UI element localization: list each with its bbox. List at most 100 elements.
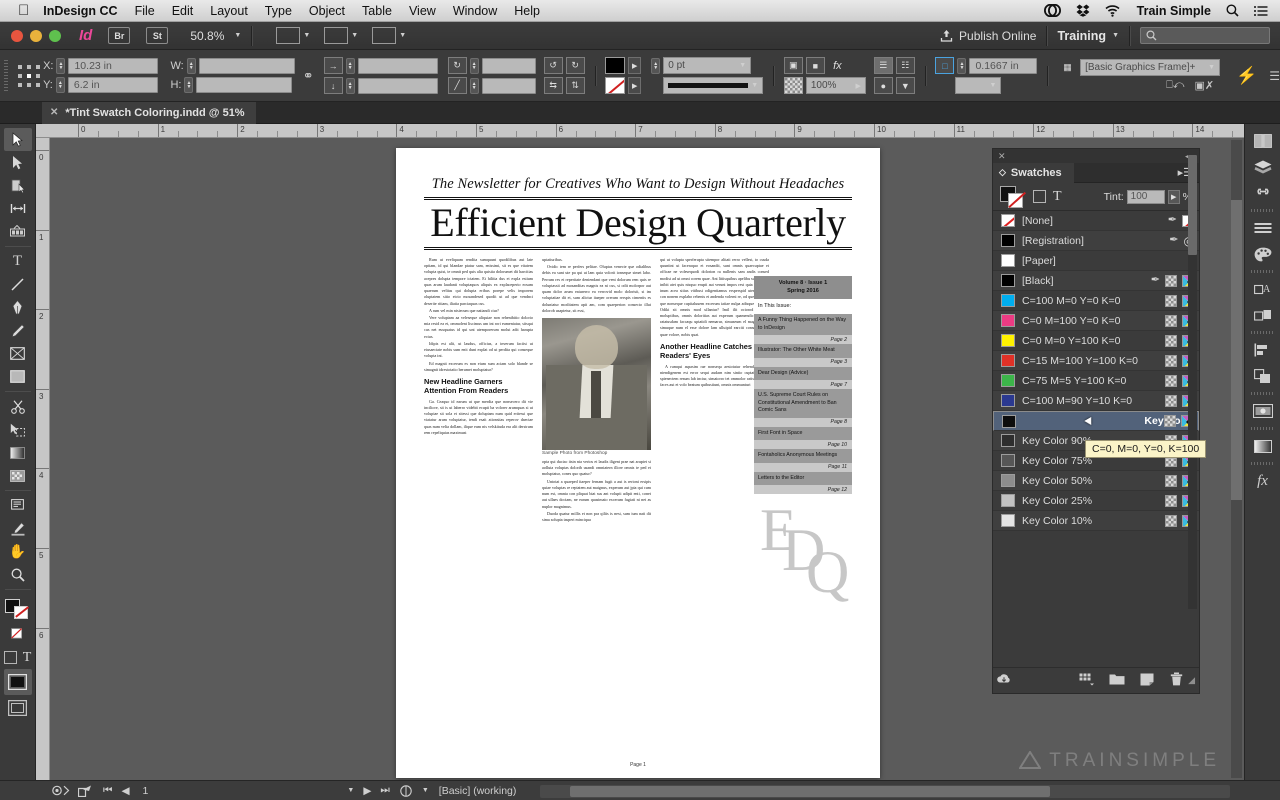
swatch-color-chip[interactable] — [1001, 294, 1015, 307]
swatch-row[interactable]: Key Color 50% — [993, 471, 1199, 491]
panel-resize-grip[interactable]: ◢ — [1188, 675, 1195, 686]
swatch-color-chip[interactable] — [1001, 234, 1015, 247]
creative-cloud-icon[interactable] — [1043, 4, 1061, 17]
align-top-icon[interactable]: ● — [873, 77, 893, 94]
w-stepper[interactable]: ▲ ▼ — [186, 58, 196, 74]
effects-panel-icon[interactable]: fx — [1249, 468, 1277, 494]
horizontal-scrollbar[interactable] — [540, 785, 1230, 798]
article-column-3[interactable]: qui ut volupta sperferupta sitempor alit… — [660, 257, 769, 524]
swatch-row[interactable]: [Paper] — [993, 251, 1199, 271]
scale-y-stepper[interactable]: ▲ ▼ — [345, 77, 355, 94]
article-column-1[interactable]: Rum ut eveliquam rendita sumquunt quodil… — [424, 257, 533, 524]
menu-type[interactable]: Type — [265, 4, 292, 18]
rotation-stepper[interactable]: ▲ ▼ — [469, 57, 479, 74]
spotlight-search-icon[interactable] — [1226, 4, 1239, 17]
article-column-2[interactable]: uptatiuribus. Ovidic tem re perfers peli… — [542, 257, 651, 524]
formatting-affects-frame-icon[interactable] — [3, 651, 17, 664]
shear-input[interactable] — [481, 77, 536, 94]
menu-app-name[interactable]: InDesign CC — [43, 4, 117, 18]
corner-shape-selector[interactable]: ▼ — [955, 77, 1002, 94]
scale-x-stepper[interactable]: ▲ ▼ — [345, 57, 355, 74]
pencil-tool[interactable] — [4, 319, 32, 342]
effects-fx-icon[interactable]: fx — [828, 57, 847, 74]
swatch-color-chip[interactable] — [1001, 214, 1015, 227]
document-tab[interactable]: ✕ *Tint Swatch Coloring.indd @ 51% — [42, 101, 256, 124]
next-page-icon[interactable]: ▶ — [363, 785, 371, 797]
zoom-tool[interactable] — [4, 563, 32, 586]
adobe-stock-button[interactable]: St — [146, 27, 169, 44]
rounded-rect-icon[interactable]: ■ — [805, 57, 825, 74]
menu-layout[interactable]: Layout — [210, 4, 248, 18]
pen-tool[interactable] — [4, 296, 32, 319]
swatch-row[interactable]: C=75 M=5 Y=100 K=0 — [993, 371, 1199, 391]
menu-help[interactable]: Help — [514, 4, 540, 18]
view-options-group[interactable]: ▼ — [320, 27, 358, 44]
formatting-affects-text-icon[interactable]: T — [1053, 189, 1062, 204]
corner-options-icon[interactable]: ▣ — [783, 57, 803, 74]
page-tool[interactable] — [4, 174, 32, 197]
scissors-tool[interactable] — [4, 395, 32, 418]
share-icon[interactable] — [78, 785, 93, 797]
zoom-level-selector[interactable]: 50.8% ▼ — [190, 29, 241, 43]
workspace-switcher[interactable]: Training — [1057, 29, 1106, 43]
tint-input[interactable]: 100 — [1126, 189, 1165, 204]
character-styles-icon[interactable]: A — [1249, 276, 1277, 302]
swatch-row[interactable]: [Registration]✒◎ — [993, 231, 1199, 251]
swatches-panel-titlebar[interactable]: ✕ ◂◂ — [993, 149, 1199, 163]
menu-file[interactable]: File — [135, 4, 155, 18]
content-collector-tool[interactable] — [4, 220, 32, 243]
arrange-documents-group[interactable]: ▼ — [368, 27, 406, 44]
paragraph-styles-icon[interactable] — [1249, 215, 1277, 241]
corner-select-icon[interactable]: □ — [935, 57, 955, 74]
scale-x-input[interactable] — [357, 57, 438, 74]
screen-mode-group[interactable]: ▼ — [272, 27, 310, 44]
maximize-window-button[interactable] — [49, 29, 61, 42]
preflight-icon[interactable] — [52, 785, 70, 796]
swatch-color-chip[interactable] — [1001, 354, 1015, 367]
constrain-proportions-icon[interactable]: ⚭ — [303, 68, 314, 84]
normal-view-mode-icon[interactable] — [3, 669, 32, 695]
close-panel-icon[interactable]: ✕ — [998, 151, 1006, 162]
notification-center-icon[interactable] — [1254, 5, 1268, 17]
close-window-button[interactable] — [11, 29, 23, 42]
gradient-panel-icon[interactable] — [1249, 433, 1277, 459]
flip-horizontal-icon[interactable]: ⇆ — [543, 77, 563, 94]
rectangle-frame-tool[interactable] — [4, 342, 32, 365]
links-panel-icon[interactable] — [1249, 180, 1277, 206]
bridge-button[interactable]: Br — [108, 27, 131, 44]
article-photo[interactable] — [542, 317, 651, 450]
corner-radius-input[interactable]: 0.1667 in — [969, 57, 1038, 74]
rotate-90-ccw-icon[interactable]: ↺ — [543, 57, 563, 74]
color-panel-icon[interactable] — [1249, 241, 1277, 267]
apply-none-icon[interactable] — [4, 623, 32, 646]
swatch-color-chip[interactable] — [1002, 414, 1016, 428]
swatch-color-chip[interactable] — [1001, 334, 1015, 347]
object-styles-icon[interactable] — [1249, 302, 1277, 328]
direct-selection-tool[interactable] — [4, 151, 32, 174]
swatch-color-chip[interactable] — [1001, 474, 1015, 487]
minimize-window-button[interactable] — [30, 29, 42, 42]
y-input[interactable]: 6.2 in — [67, 77, 158, 93]
menu-edit[interactable]: Edit — [172, 4, 194, 18]
swatch-color-chip[interactable] — [1001, 274, 1015, 287]
w-input[interactable] — [198, 58, 295, 74]
new-color-group-folder-icon[interactable] — [1105, 673, 1127, 688]
screen-mode-icon[interactable] — [276, 27, 301, 44]
fill-stroke-indicator[interactable] — [1000, 185, 1026, 208]
selection-tool[interactable] — [3, 128, 32, 151]
shear-stepper[interactable]: ▲ ▼ — [469, 77, 479, 94]
swatch-color-chip[interactable] — [1001, 434, 1015, 447]
delete-swatch-icon[interactable] — [1166, 672, 1188, 689]
swatch-row[interactable]: C=15 M=100 Y=100 K=0 — [993, 351, 1199, 371]
flip-vertical-icon[interactable]: ⇅ — [565, 77, 585, 94]
layers-panel-icon[interactable] — [1249, 154, 1277, 180]
align-bottom-icon[interactable]: ▼ — [895, 77, 915, 94]
vertical-scrollbar[interactable] — [1231, 140, 1242, 778]
free-transform-tool[interactable] — [4, 418, 32, 441]
rotate-90-cw-icon[interactable]: ↻ — [565, 57, 585, 74]
swatch-row[interactable]: Key Color 25% — [993, 491, 1199, 511]
clear-overrides-icon[interactable]: ⎕↶ — [1166, 79, 1184, 92]
swatches-scrollbar-thumb[interactable] — [1188, 155, 1197, 255]
swatch-row[interactable]: Key Color 10% — [993, 511, 1199, 531]
swatch-color-chip[interactable] — [1001, 374, 1015, 387]
